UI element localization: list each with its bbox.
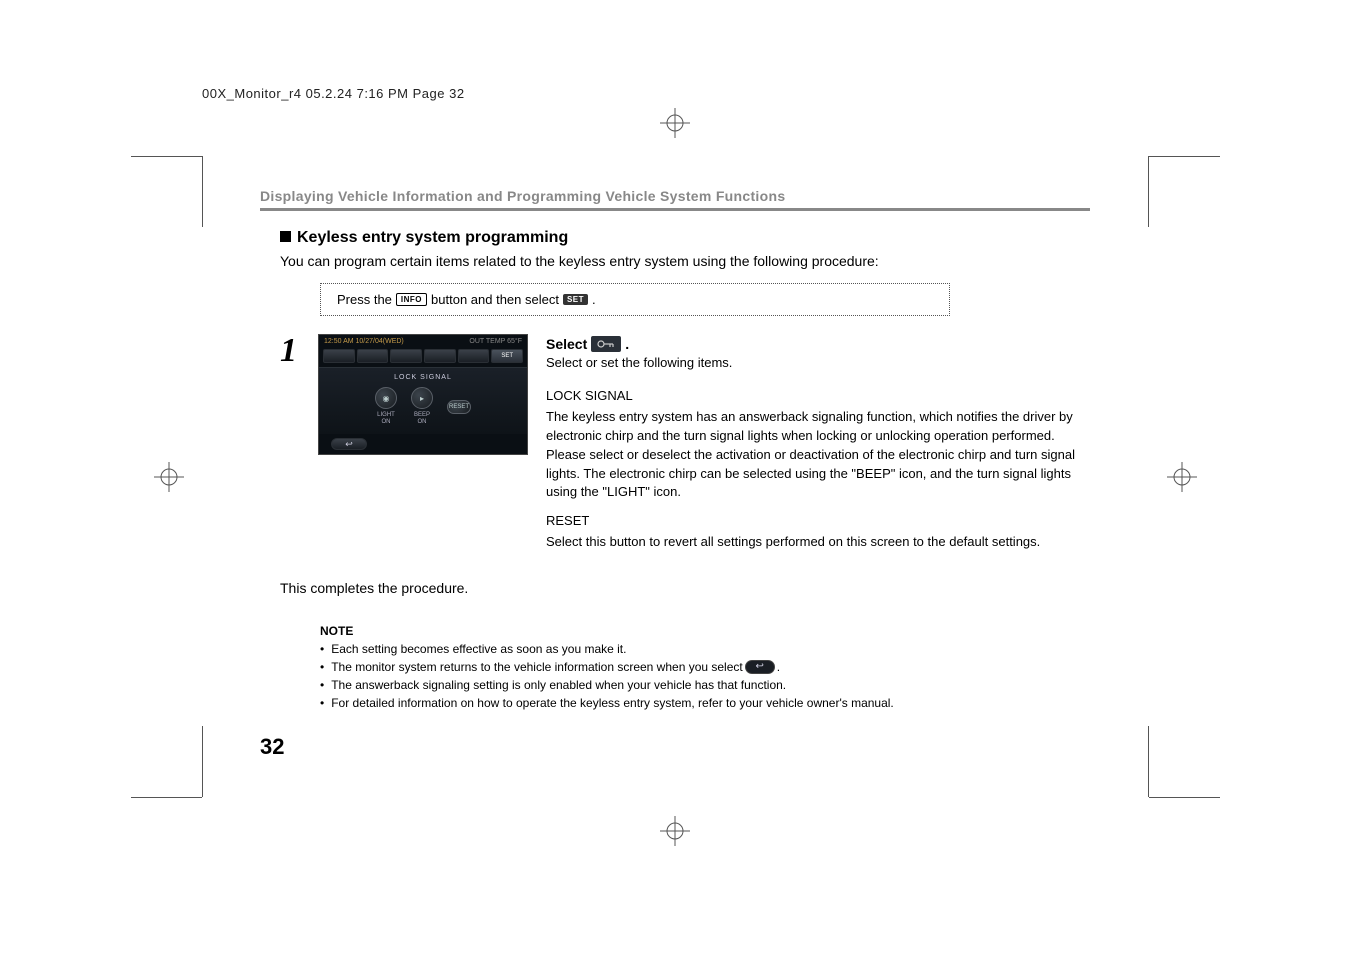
select-label: Select <box>546 334 587 354</box>
screen-tab-icon <box>458 349 490 363</box>
screen-tab-row: SET <box>319 347 527 368</box>
set-button-icon: SET <box>563 294 588 305</box>
note-list: Each setting becomes effective as soon a… <box>320 642 1090 710</box>
note-item: Each setting becomes effective as soon a… <box>320 642 1090 656</box>
registration-mark-icon <box>154 462 184 492</box>
registration-mark-icon <box>660 816 690 846</box>
reset-title: RESET <box>546 512 1090 531</box>
bullet-square-icon <box>280 231 291 242</box>
screen-tab-icon <box>357 349 389 363</box>
select-line: Select . <box>546 334 1090 354</box>
note-text: . <box>777 660 780 674</box>
screen-tab-set: SET <box>491 349 523 363</box>
crop-mark <box>1149 156 1220 157</box>
screen-tab-icon <box>424 349 456 363</box>
screen-tab-icon <box>323 349 355 363</box>
note-text: The monitor system returns to the vehicl… <box>331 660 743 674</box>
crop-mark <box>1148 726 1149 797</box>
screen-time: 12:50 AM 10/27/04(WED) <box>324 338 404 345</box>
instr-text: Press the <box>337 292 392 307</box>
crop-mark <box>1149 797 1220 798</box>
screen-tab-icon <box>390 349 422 363</box>
beep-button-icon: ▸ <box>411 387 433 409</box>
page-content: Displaying Vehicle Information and Progr… <box>260 188 1090 714</box>
select-desc: Select or set the following items. <box>546 354 1090 373</box>
screen-frame: 12:50 AM 10/27/04(WED) OUT TEMP 65°F SET… <box>318 334 528 455</box>
crop-mark <box>202 726 203 797</box>
return-icon: ↩ <box>745 660 775 674</box>
registration-mark-icon <box>660 108 690 138</box>
note-heading: NOTE <box>320 624 1090 638</box>
registration-mark-icon <box>1167 462 1197 492</box>
crop-mark <box>131 797 202 798</box>
screen-status-bar: 12:50 AM 10/27/04(WED) OUT TEMP 65°F <box>319 335 527 347</box>
screen-controls: ◉ LIGHTON ▸ BEEPON RESET <box>325 387 521 426</box>
light-control: ◉ LIGHTON <box>375 387 397 426</box>
screen-temp: OUT TEMP 65°F <box>469 338 522 345</box>
intro-text: You can program certain items related to… <box>280 253 1090 269</box>
step-number: 1 <box>280 334 300 552</box>
complete-text: This completes the procedure. <box>280 580 1090 596</box>
section-header: Displaying Vehicle Information and Progr… <box>260 188 1090 208</box>
screen-footer: ↩ <box>319 434 527 454</box>
instr-text: button and then select <box>431 292 559 307</box>
select-period: . <box>625 334 629 354</box>
beep-label: BEEPON <box>411 412 433 426</box>
instr-text: . <box>592 292 596 307</box>
back-button-icon: ↩ <box>331 438 367 450</box>
light-button-icon: ◉ <box>375 387 397 409</box>
sub-heading-text: Keyless entry system programming <box>297 229 568 246</box>
beep-control: ▸ BEEPON <box>411 387 433 426</box>
lock-signal-body: The keyless entry system has an answerba… <box>546 408 1090 502</box>
instruction-box: Press the INFO button and then select SE… <box>320 283 950 316</box>
note-item: For detailed information on how to opera… <box>320 696 1090 710</box>
step-explanation: Select . Select or set the following ite… <box>546 334 1090 552</box>
reset-button-icon: RESET <box>447 400 471 414</box>
lock-signal-title: LOCK SIGNAL <box>546 387 1090 406</box>
screen-illustration: 12:50 AM 10/27/04(WED) OUT TEMP 65°F SET… <box>318 334 528 552</box>
reset-control: RESET <box>447 400 471 414</box>
light-label: LIGHTON <box>375 412 397 426</box>
key-icon <box>591 336 621 352</box>
crop-mark <box>1148 156 1149 227</box>
note-item: The monitor system returns to the vehicl… <box>320 660 1090 674</box>
section-rule <box>260 208 1090 211</box>
screen-body-title: LOCK SIGNAL <box>325 374 521 381</box>
sub-heading: Keyless entry system programming <box>280 229 1090 247</box>
print-header: 00X_Monitor_r4 05.2.24 7:16 PM Page 32 <box>202 86 465 101</box>
page-number: 32 <box>260 734 284 760</box>
note-item: The answerback signaling setting is only… <box>320 678 1090 692</box>
crop-mark <box>131 156 202 157</box>
screen-body: LOCK SIGNAL ◉ LIGHTON ▸ BEEPON RESET <box>319 368 527 434</box>
note-block: NOTE Each setting becomes effective as s… <box>320 624 1090 710</box>
info-button-icon: INFO <box>396 293 427 306</box>
crop-mark <box>202 156 203 227</box>
step-row: 1 12:50 AM 10/27/04(WED) OUT TEMP 65°F S… <box>280 334 1090 552</box>
reset-body: Select this button to revert all setting… <box>546 533 1090 552</box>
